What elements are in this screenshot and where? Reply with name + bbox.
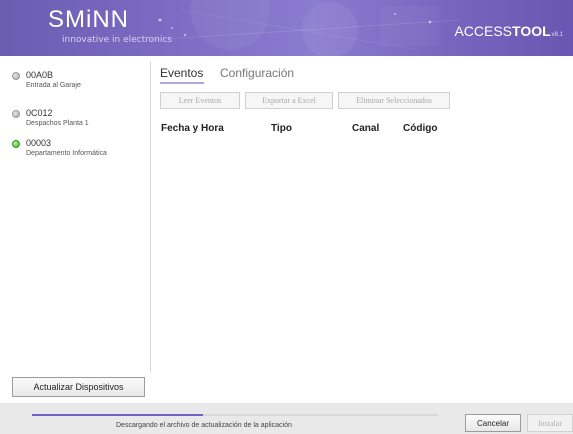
column-header-type[interactable]: Tipo [271, 123, 292, 134]
read-events-button[interactable]: Leer Eventos [160, 92, 240, 109]
product-name: ACCESSTOOLv8.1 [454, 23, 563, 39]
device-description: Despachos Planta 1 [26, 120, 89, 127]
device-id: 00A0B [26, 70, 54, 80]
logo-tagline: innovative in electronics [62, 35, 172, 45]
active-tab-indicator [160, 82, 204, 84]
column-header-datetime[interactable]: Fecha y Hora [161, 123, 224, 134]
status-dot-icon [12, 140, 20, 148]
device-description: Entrada al Garaje [26, 82, 81, 89]
status-dot-icon [12, 72, 20, 80]
column-header-code[interactable]: Código [403, 123, 437, 134]
column-header-channel[interactable]: Canal [352, 123, 379, 134]
device-description: Departamento Informática [26, 150, 107, 157]
cancel-button[interactable]: Cancelar [465, 414, 521, 432]
delete-selected-button[interactable]: Eliminar Seleccionados [338, 92, 450, 109]
device-id: 00003 [26, 138, 52, 148]
update-devices-button[interactable]: Actualizar Dispositivos [12, 377, 145, 397]
status-dot-icon [12, 110, 20, 118]
device-list: 00A0B Entrada al Garaje 0C012 Despachos … [0, 56, 150, 376]
product-version: v8.1 [551, 32, 563, 38]
panel-divider [150, 62, 151, 372]
install-button[interactable]: Instalar [527, 414, 573, 432]
download-progress-bar [32, 414, 438, 416]
status-message: Descargando el archivo de actualización … [116, 422, 292, 429]
tab-eventos[interactable]: Eventos [160, 66, 203, 80]
product-name-bold: TOOL [512, 23, 551, 39]
tab-configuracion[interactable]: Configuración [220, 66, 294, 80]
header-banner: SMiNN innovative in electronics ACCESSTO… [0, 0, 573, 56]
export-excel-button[interactable]: Exportar a Excel [245, 92, 333, 109]
product-name-prefix: ACCESS [454, 23, 513, 39]
download-progress-fill [32, 414, 203, 416]
app-logo: SMiNN [48, 6, 129, 33]
device-id: 0C012 [26, 108, 53, 118]
